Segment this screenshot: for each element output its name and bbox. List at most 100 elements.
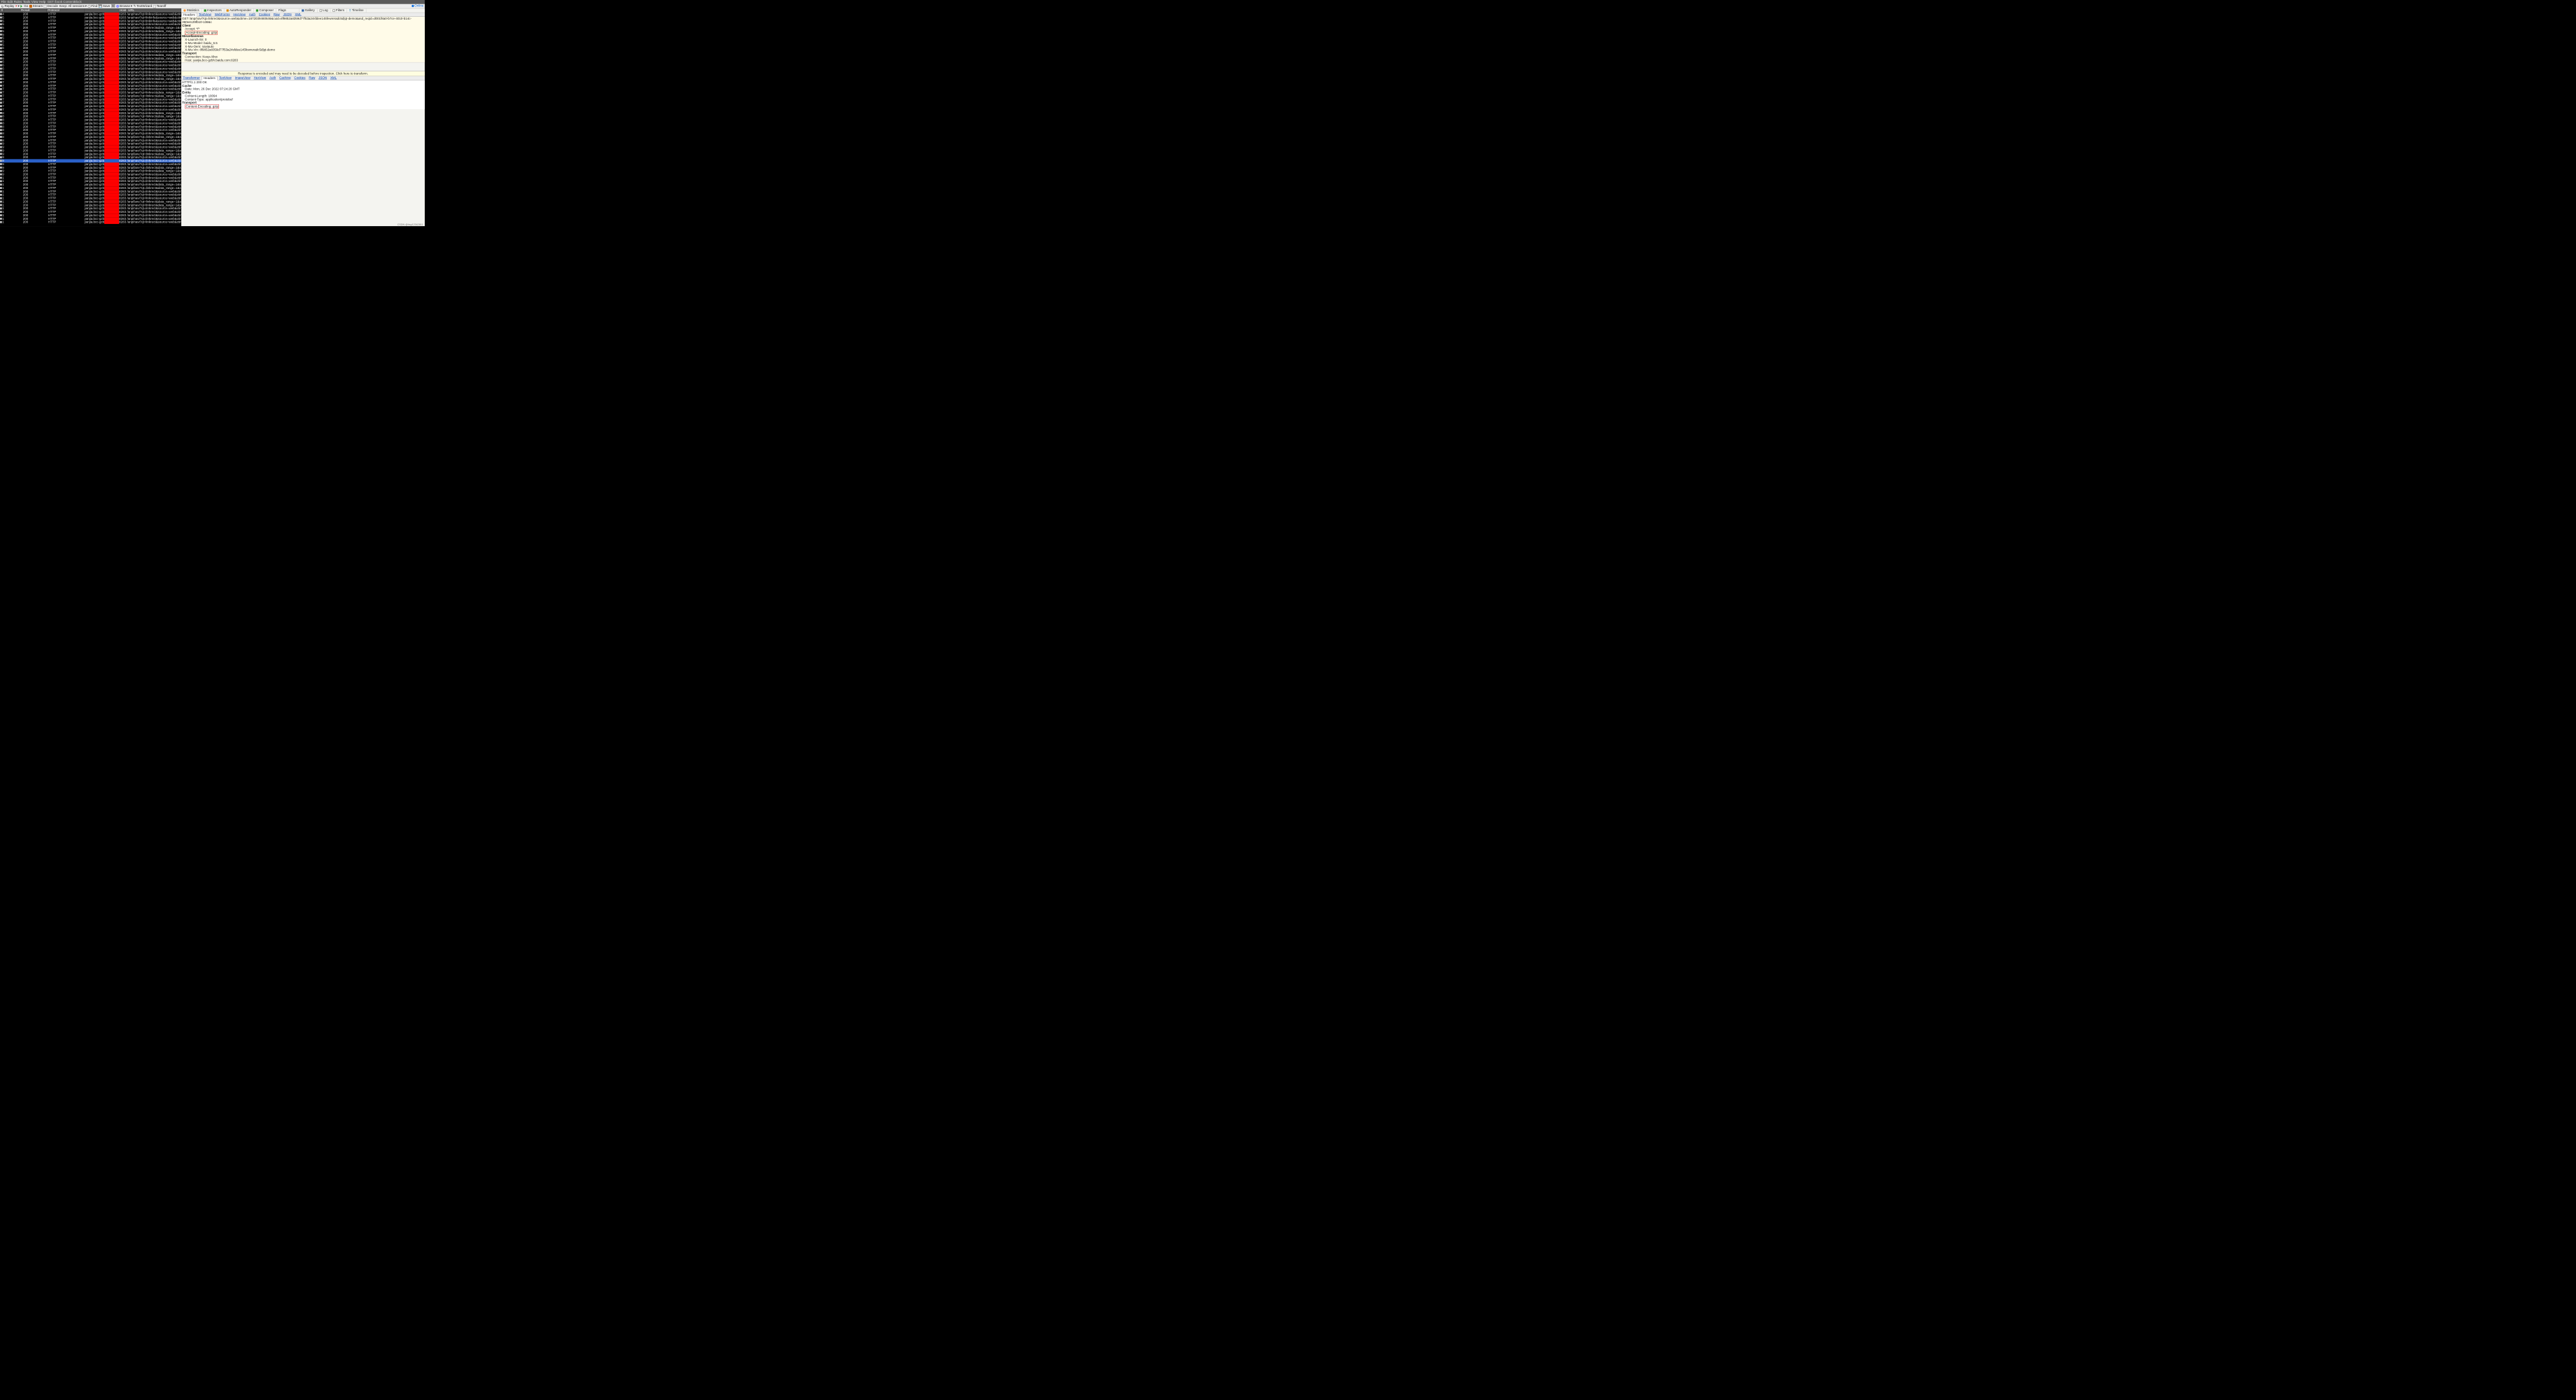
- menu-view[interactable]: View: [31, 0, 38, 4]
- session-icon: [0, 20, 2, 22]
- tab-gallery[interactable]: Gallery: [300, 8, 318, 13]
- session-icon: [0, 194, 2, 196]
- session-icon: [0, 146, 2, 148]
- decode-button[interactable]: Decode: [44, 4, 58, 8]
- tab-filters[interactable]: Filters: [330, 8, 347, 13]
- session-icon: [0, 122, 2, 125]
- reqtab-auth[interactable]: Auth: [247, 13, 257, 16]
- menu-edit[interactable]: Edit: [7, 0, 13, 4]
- camera-icon: 🖼: [111, 4, 115, 8]
- online-icon: [411, 5, 414, 7]
- sessions-list[interactable]: 4200HTTPyanjia.bcc-gzbh8283/anp/navi?qt=…: [0, 13, 181, 226]
- session-icon: [0, 30, 2, 32]
- autoresponder-icon: [226, 9, 228, 11]
- reqtab-hexview[interactable]: HexView: [232, 13, 247, 16]
- reqtab-textview[interactable]: TextView: [197, 13, 213, 16]
- resptab-xml[interactable]: XML: [329, 76, 339, 80]
- tab-flags[interactable]: Flags: [276, 8, 300, 13]
- menu-help[interactable]: Help: [39, 0, 45, 4]
- session-icon: [0, 136, 2, 138]
- browse-button[interactable]: Browse▾: [116, 4, 132, 8]
- resptab-imageview[interactable]: ImageView: [233, 76, 252, 80]
- session-icon: [0, 85, 2, 87]
- textwizard-button[interactable]: ✎TextWizard: [134, 4, 153, 8]
- session-icon: [0, 132, 2, 134]
- reqtab-webforms[interactable]: WebForms: [213, 13, 232, 16]
- session-icon: [0, 81, 2, 83]
- replay-button[interactable]: ↻Replay: [1, 4, 15, 8]
- log-icon: [320, 9, 322, 11]
- session-icon: [0, 74, 2, 76]
- decode-notice[interactable]: Response is encoded and may need to be d…: [181, 71, 425, 76]
- session-icon: [0, 187, 2, 189]
- session-icon: [0, 102, 2, 104]
- img-button[interactable]: 🖼: [111, 4, 115, 8]
- session-icon: [0, 61, 2, 63]
- save-button[interactable]: 💾Save: [99, 4, 111, 8]
- textwizard-icon: ✎: [134, 4, 136, 8]
- resptab-auth[interactable]: Auth: [268, 76, 278, 80]
- tab-inspectors[interactable]: Inspectors: [202, 8, 224, 13]
- sessions-panel: # Result Protocol Host URL 4200HTTPyanji…: [0, 8, 181, 226]
- session-icon: [0, 23, 2, 25]
- resptab-textview[interactable]: TextView: [218, 76, 234, 80]
- resptab-hexview[interactable]: HexView: [252, 76, 267, 80]
- session-icon: [0, 17, 2, 19]
- tearoff-icon: [153, 5, 156, 8]
- session-icon: [0, 47, 2, 49]
- tab-timeline[interactable]: =Timeline: [347, 8, 366, 13]
- tab-statistics[interactable]: Statistics: [181, 8, 202, 13]
- session-icon: [0, 139, 2, 141]
- session-icon: [0, 34, 2, 36]
- cell-result: 200: [4, 220, 47, 224]
- stats-icon: [183, 9, 185, 11]
- menu-rules[interactable]: Rules: [14, 0, 22, 4]
- resptab-json[interactable]: JSON: [317, 76, 329, 80]
- menu-tools[interactable]: Tools: [23, 0, 30, 4]
- session-icon: [0, 44, 2, 46]
- reqtab-raw[interactable]: Raw: [272, 13, 281, 16]
- session-icon: [0, 156, 2, 158]
- session-icon: [0, 71, 2, 74]
- session-icon: [0, 211, 2, 213]
- session-icon: [0, 214, 2, 216]
- tab-log[interactable]: Log: [317, 8, 330, 13]
- resptab-raw[interactable]: Raw: [307, 76, 317, 80]
- resptab-caching[interactable]: Caching: [278, 76, 293, 80]
- timeline-icon: =: [349, 9, 351, 13]
- session-icon: [0, 41, 2, 43]
- session-icon: [0, 88, 2, 90]
- cell-proto: HTTP: [47, 220, 85, 224]
- go-button[interactable]: Go: [20, 4, 28, 8]
- session-icon: [0, 105, 2, 107]
- remove-button[interactable]: ×▾: [15, 4, 20, 8]
- keep-dropdown[interactable]: Keep: All sessions▾: [59, 4, 87, 8]
- stream-button[interactable]: Stream: [29, 4, 43, 8]
- find-icon: [87, 5, 90, 8]
- resptab-cookies[interactable]: Cookies: [293, 76, 307, 80]
- session-icon: [0, 207, 2, 209]
- composer-icon: [256, 9, 258, 11]
- reqtab-json[interactable]: JSON: [281, 13, 293, 16]
- reqtab-xml[interactable]: XML: [293, 13, 303, 16]
- session-icon: [0, 57, 2, 59]
- resptab-transformer[interactable]: Transformer: [181, 76, 202, 80]
- session-icon: [0, 167, 2, 169]
- session-icon: [0, 125, 2, 127]
- watermark: CSDN @hsy12342611: [397, 223, 423, 226]
- online-indicator[interactable]: Online: [411, 4, 423, 8]
- tab-composer[interactable]: Composer: [254, 8, 276, 13]
- tearoff-button[interactable]: Tearoff: [153, 4, 166, 8]
- session-row[interactable]: 1200HTTPyanjia.bcc-gzbh8283/anp/navi?qt=…: [0, 220, 181, 224]
- session-icon: [0, 180, 2, 182]
- session-icon: [0, 119, 2, 121]
- tab-autoresponder[interactable]: AutoResponder: [224, 8, 253, 13]
- session-icon: [0, 64, 2, 66]
- session-icon: [0, 218, 2, 220]
- menu-file[interactable]: File: [1, 0, 6, 4]
- session-icon: [0, 201, 2, 203]
- hdr-host: Host: yanjia.bcc-gzbh.baidu.com:8283: [182, 59, 424, 62]
- session-icon: [0, 190, 2, 192]
- reqtab-cookies[interactable]: Cookies: [257, 13, 272, 16]
- find-button[interactable]: Find: [87, 4, 97, 8]
